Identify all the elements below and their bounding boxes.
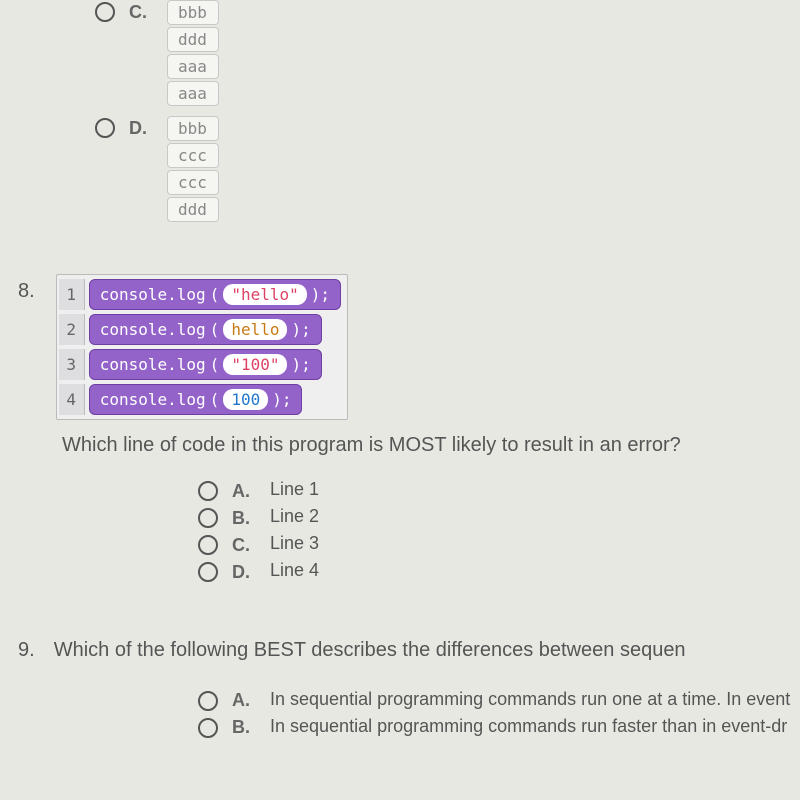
code-block-item: bbb xyxy=(167,116,219,141)
code-arg: "hello" xyxy=(223,284,306,305)
option-text: Line 1 xyxy=(270,479,319,500)
code-pill: console.log ( hello ); xyxy=(89,314,322,345)
paren-close: ); xyxy=(291,320,310,339)
option-label: B. xyxy=(232,717,256,738)
option-text: In sequential programming commands run o… xyxy=(270,689,790,710)
option-label: D. xyxy=(232,562,256,583)
code-text: console.log xyxy=(100,355,206,374)
code-block-item: aaa xyxy=(167,81,219,106)
radio-icon[interactable] xyxy=(95,2,115,22)
question-8: 8. 1 console.log ( "hello" ); 2 console.… xyxy=(0,274,800,583)
line-number: 3 xyxy=(59,349,85,380)
block-stack-c: bbb ddd aaa aaa xyxy=(167,0,219,106)
option-text: In sequential programming commands run f… xyxy=(270,716,787,737)
radio-icon[interactable] xyxy=(198,691,218,711)
paren-open: ( xyxy=(210,355,220,374)
code-line-1: 1 console.log ( "hello" ); xyxy=(59,277,345,312)
option-label: C. xyxy=(232,535,256,556)
code-block-item: ddd xyxy=(167,197,219,222)
line-number: 1 xyxy=(59,279,85,310)
q9-options: A. In sequential programming commands ru… xyxy=(198,688,800,738)
line-number: 4 xyxy=(59,384,85,415)
question-number: 9. xyxy=(18,639,35,661)
code-text: console.log xyxy=(100,285,206,304)
q7-partial: C. bbb ddd aaa aaa D. bbb ccc ccc ddd xyxy=(0,0,800,222)
code-pill: console.log ( "100" ); xyxy=(89,349,322,380)
paren-close: ); xyxy=(272,390,291,409)
option-text: Line 3 xyxy=(270,533,319,554)
code-arg: 100 xyxy=(223,389,268,410)
code-line-3: 3 console.log ( "100" ); xyxy=(59,347,345,382)
code-block-item: ccc xyxy=(167,143,219,168)
radio-icon[interactable] xyxy=(95,118,115,138)
option-label: A. xyxy=(232,690,256,711)
option-label: D. xyxy=(129,118,153,139)
radio-icon[interactable] xyxy=(198,508,218,528)
option-label: A. xyxy=(232,481,256,502)
question-text: Which of the following BEST describes th… xyxy=(54,639,686,661)
code-text: console.log xyxy=(100,320,206,339)
code-block-item: ccc xyxy=(167,170,219,195)
question-number: 8. xyxy=(18,280,35,303)
option-text: Line 4 xyxy=(270,560,319,581)
code-block-item: bbb xyxy=(167,0,219,25)
q7-option-d[interactable]: D. bbb ccc ccc ddd xyxy=(95,116,800,222)
code-block-item: aaa xyxy=(167,54,219,79)
option-label: C. xyxy=(129,2,153,23)
line-number: 2 xyxy=(59,314,85,345)
radio-icon[interactable] xyxy=(198,718,218,738)
option-label: B. xyxy=(232,508,256,529)
code-arg: "100" xyxy=(223,354,287,375)
code-block-item: ddd xyxy=(167,27,219,52)
radio-icon[interactable] xyxy=(198,481,218,501)
paren-open: ( xyxy=(210,390,220,409)
code-text: console.log xyxy=(100,390,206,409)
paren-close: ); xyxy=(291,355,310,374)
paren-open: ( xyxy=(210,320,220,339)
block-stack-d: bbb ccc ccc ddd xyxy=(167,116,219,222)
option-text: Line 2 xyxy=(270,506,319,527)
q7-option-c[interactable]: C. bbb ddd aaa aaa xyxy=(95,0,800,106)
q8-option-b[interactable]: B. Line 2 xyxy=(198,506,800,529)
q8-option-a[interactable]: A. Line 1 xyxy=(198,479,800,502)
q9-option-a[interactable]: A. In sequential programming commands ru… xyxy=(198,688,800,711)
paren-close: ); xyxy=(311,285,330,304)
paren-open: ( xyxy=(210,285,220,304)
code-editor: 1 console.log ( "hello" ); 2 console.log… xyxy=(56,274,348,420)
question-9: 9. Which of the following BEST describes… xyxy=(0,639,800,738)
code-line-2: 2 console.log ( hello ); xyxy=(59,312,345,347)
code-arg: hello xyxy=(223,319,287,340)
code-line-4: 4 console.log ( 100 ); xyxy=(59,382,345,417)
q8-option-c[interactable]: C. Line 3 xyxy=(198,533,800,556)
code-pill: console.log ( 100 ); xyxy=(89,384,303,415)
question-text: Which line of code in this program is MO… xyxy=(62,434,800,457)
q9-option-b[interactable]: B. In sequential programming commands ru… xyxy=(198,715,800,738)
radio-icon[interactable] xyxy=(198,562,218,582)
radio-icon[interactable] xyxy=(198,535,218,555)
code-pill: console.log ( "hello" ); xyxy=(89,279,341,310)
q8-option-d[interactable]: D. Line 4 xyxy=(198,560,800,583)
q8-options: A. Line 1 B. Line 2 C. Line 3 D. Line 4 xyxy=(198,479,800,583)
